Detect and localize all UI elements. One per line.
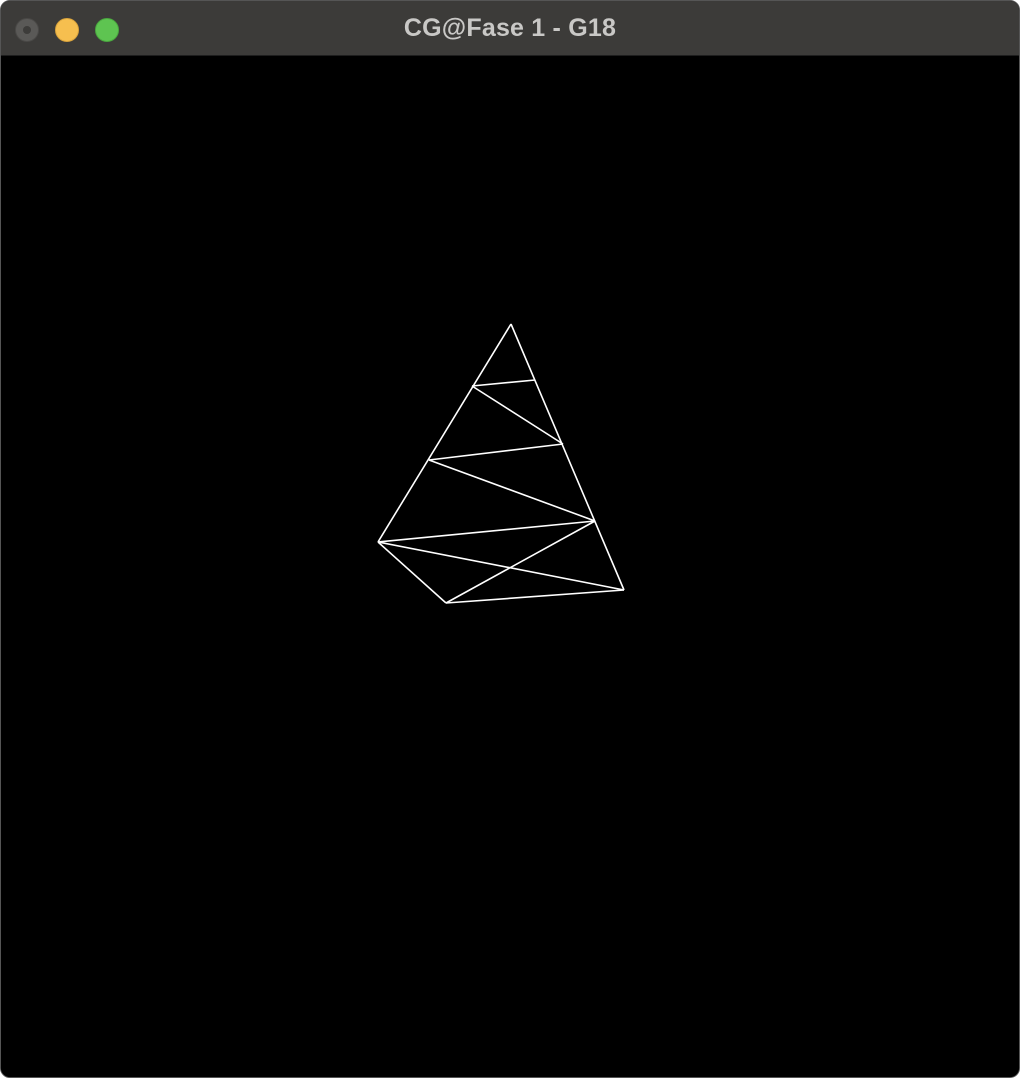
edge-3 xyxy=(428,443,564,461)
edge-4 xyxy=(428,459,596,522)
edge-6 xyxy=(377,541,625,591)
app-window: CG@Fase 1 - G18 xyxy=(0,0,1020,1078)
edge-1 xyxy=(471,379,536,387)
edge-right xyxy=(510,323,625,591)
edge-left xyxy=(377,323,512,543)
title-bar[interactable]: CG@Fase 1 - G18 xyxy=(1,1,1019,56)
window-title: CG@Fase 1 - G18 xyxy=(403,14,617,42)
edge-base-left xyxy=(377,541,447,604)
cone-wireframe xyxy=(377,323,625,604)
render-viewport[interactable] xyxy=(1,56,1019,1077)
edge-base-bottom xyxy=(445,589,625,604)
